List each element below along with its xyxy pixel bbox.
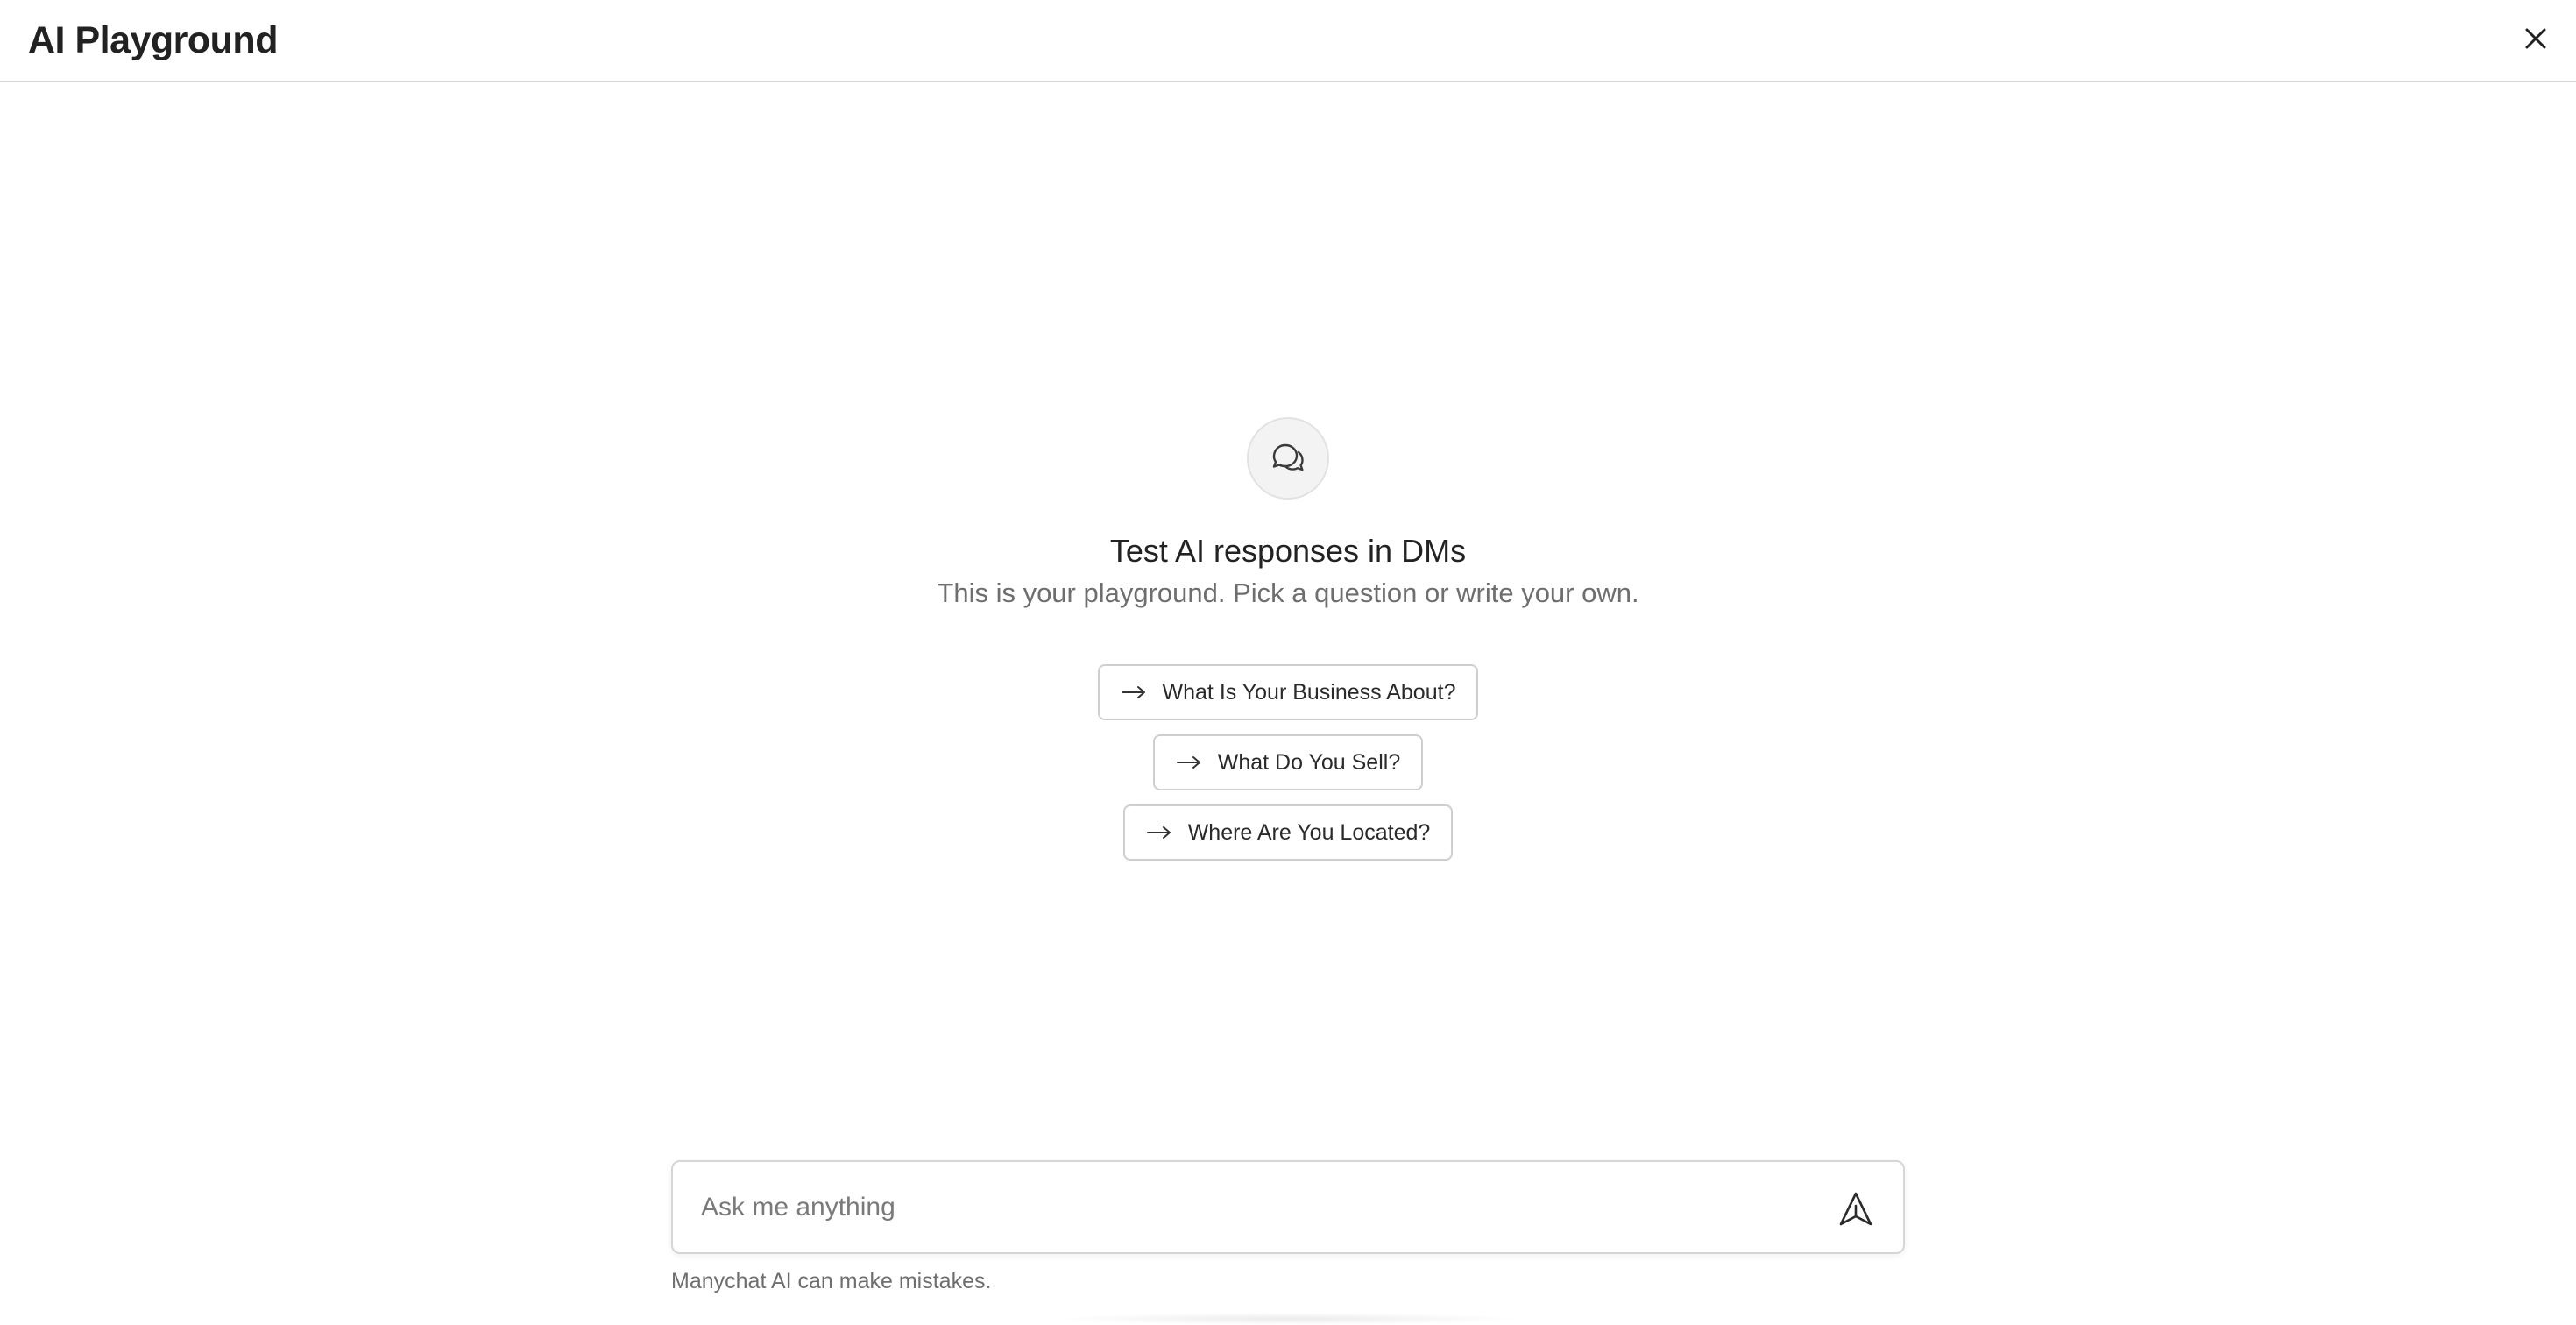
close-button[interactable]: [2515, 18, 2557, 60]
suggestion-location[interactable]: Where Are You Located?: [1122, 804, 1454, 861]
arrow-right-icon: [1146, 824, 1172, 841]
arrow-right-icon: [1121, 684, 1147, 701]
suggestion-label: What Is Your Business About?: [1162, 680, 1456, 705]
header: AI Playground: [0, 0, 2576, 82]
suggestion-what-sell[interactable]: What Do You Sell?: [1152, 734, 1424, 790]
empty-state-subline: This is your playground. Pick a question…: [937, 577, 1639, 608]
suggestion-business-about[interactable]: What Is Your Business About?: [1097, 664, 1479, 720]
arrow-right-icon: [1176, 754, 1202, 771]
page-title: AI Playground: [28, 19, 278, 61]
empty-state-headline: Test AI responses in DMs: [1109, 533, 1467, 569]
send-icon: [1839, 1192, 1872, 1226]
close-icon: [2525, 28, 2546, 49]
suggestion-label: Where Are You Located?: [1187, 820, 1431, 845]
bottom-shadow: [1051, 1313, 1525, 1325]
chat-bubbles-icon: [1272, 443, 1304, 471]
send-button[interactable]: [1835, 1188, 1877, 1230]
message-input[interactable]: [701, 1185, 1770, 1230]
ai-playground-page: AI Playground Test AI responses in DMs T…: [0, 0, 2576, 1325]
suggestion-label: What Do You Sell?: [1217, 750, 1401, 775]
ai-disclaimer: Manychat AI can make mistakes.: [671, 1269, 992, 1293]
message-composer: [671, 1160, 1905, 1254]
suggestion-list: What Is Your Business About? What Do You…: [1097, 664, 1479, 861]
empty-state: Test AI responses in DMs This is your pl…: [0, 417, 2576, 861]
chat-icon-container: [1247, 417, 1329, 500]
